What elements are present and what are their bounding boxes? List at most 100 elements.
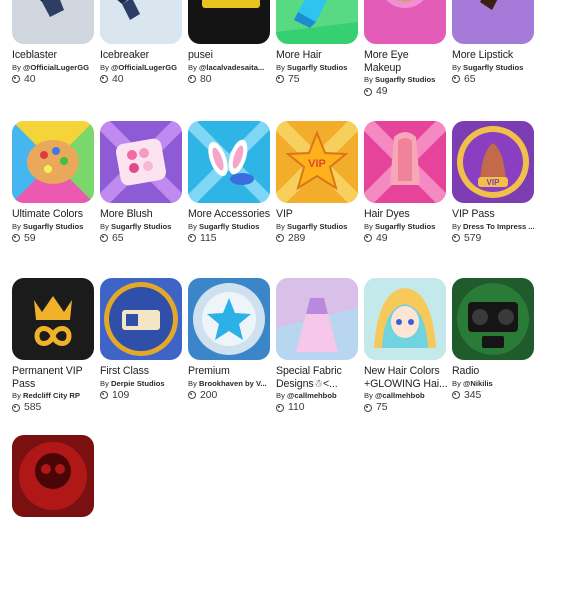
item-price: 345 xyxy=(452,389,536,402)
ice-breaker-icon[interactable] xyxy=(100,0,182,44)
item-card-more-accessories[interactable]: More Accessories By Sugarfly Studios 115 xyxy=(188,121,272,245)
crown-infinity-icon[interactable] xyxy=(12,278,94,360)
item-card-permanent-vip-pass[interactable]: Permanent VIP Pass By Redcliff City RP 5… xyxy=(12,278,96,414)
robux-icon xyxy=(452,75,460,83)
robux-icon xyxy=(12,403,20,412)
item-name[interactable]: Hair Dyes xyxy=(364,208,448,221)
item-name[interactable]: More Lipstick xyxy=(452,49,536,62)
item-creator[interactable]: By Sugarfly Studios xyxy=(12,222,96,232)
item-creator[interactable]: By @OfficialLugerGG xyxy=(100,63,184,73)
bunny-ears-icon[interactable] xyxy=(188,121,270,203)
item-name[interactable]: More Hair xyxy=(276,49,360,62)
vip-pass-icon[interactable]: VIP xyxy=(452,121,534,203)
item-card-vip[interactable]: VIP VIP By Sugarfly Studios 289 xyxy=(276,121,360,245)
item-creator[interactable]: By @callmehbob xyxy=(364,391,448,401)
fabric-dress-icon[interactable] xyxy=(276,278,358,360)
item-card-partial[interactable] xyxy=(12,435,96,517)
item-card-vip-pass[interactable]: VIP VIP Pass By Dress To Impress ... 579 xyxy=(452,121,536,245)
creator-name[interactable]: Sugarfly Studios xyxy=(375,222,435,231)
item-card-more-blush[interactable]: More Blush By Sugarfly Studios 65 xyxy=(100,121,184,245)
item-price: 115 xyxy=(188,232,272,245)
item-card-special-fabric-designs[interactable]: Special Fabric Designs☃<... By @callmehb… xyxy=(276,278,360,414)
creator-name[interactable]: Redcliff City RP xyxy=(23,391,80,400)
lipstick-icon[interactable] xyxy=(452,0,534,44)
item-name[interactable]: Icebreaker xyxy=(100,49,184,62)
creator-name[interactable]: @OfficialLugerGG xyxy=(23,63,89,72)
item-card-more-eye-makeup[interactable]: More Eye Makeup By Sugarfly Studios 49 xyxy=(364,0,448,98)
robux-icon xyxy=(364,234,372,242)
item-creator[interactable]: By Sugarfly Studios xyxy=(276,63,360,73)
premium-star-icon[interactable] xyxy=(188,278,270,360)
grid-row: Permanent VIP Pass By Redcliff City RP 5… xyxy=(12,278,567,438)
item-name[interactable]: pusei xyxy=(188,49,272,62)
creator-name[interactable]: Sugarfly Studios xyxy=(23,222,83,231)
robux-icon xyxy=(188,391,196,399)
item-creator[interactable]: By Sugarfly Studios xyxy=(276,222,360,232)
item-name[interactable]: VIP xyxy=(276,208,360,221)
creator-name[interactable]: Sugarfly Studios xyxy=(111,222,171,231)
item-creator[interactable]: By Redcliff City RP xyxy=(12,391,96,401)
item-creator[interactable]: By Sugarfly Studios xyxy=(100,222,184,232)
item-card-first-class[interactable]: First Class By Derpie Studios 109 xyxy=(100,278,184,402)
skull-icon[interactable] xyxy=(12,435,94,517)
item-name[interactable]: More Blush xyxy=(100,208,184,221)
ice-blaster-icon[interactable] xyxy=(12,0,94,44)
creator-name[interactable]: @callmehbob xyxy=(287,391,337,400)
item-creator[interactable]: By @OfficialLugerGG xyxy=(12,63,96,73)
creator-name[interactable]: @Nikilis xyxy=(463,379,493,388)
item-creator[interactable]: By Sugarfly Studios xyxy=(364,75,448,85)
creator-name[interactable]: Derpie Studios xyxy=(111,379,165,388)
creator-name[interactable]: Sugarfly Studios xyxy=(287,63,347,72)
item-card-more-lipstick[interactable]: More Lipstick By Sugarfly Studios 65 xyxy=(452,0,536,86)
item-name[interactable]: Special Fabric Designs☃<... xyxy=(276,365,360,390)
hair-dye-icon[interactable] xyxy=(364,121,446,203)
item-card-iceblaster[interactable]: Iceblaster By @OfficialLugerGG 40 xyxy=(12,0,96,86)
item-creator[interactable]: By @callmehbob xyxy=(276,391,360,401)
creator-name[interactable]: @lacalvadesaita... xyxy=(199,63,264,72)
item-creator[interactable]: By Dress To Impress ... xyxy=(452,222,536,232)
blush-palette-icon[interactable] xyxy=(100,121,182,203)
palette-icon[interactable] xyxy=(12,121,94,203)
creator-name[interactable]: Brookhaven by V... xyxy=(199,379,267,388)
item-name[interactable]: More Eye Makeup xyxy=(364,49,448,74)
creator-name[interactable]: Dress To Impress ... xyxy=(463,222,535,231)
creator-name[interactable]: Sugarfly Studios xyxy=(199,222,259,231)
item-name[interactable]: New Hair Colors +GLOWING Hai... xyxy=(364,365,448,390)
item-name[interactable]: More Accessories xyxy=(188,208,272,221)
item-card-icebreaker[interactable]: Icebreaker By @OfficialLugerGG 40 xyxy=(100,0,184,86)
item-name[interactable]: First Class xyxy=(100,365,184,378)
creator-name[interactable]: Sugarfly Studios xyxy=(287,222,347,231)
item-name[interactable]: Premium xyxy=(188,365,272,378)
item-card-more-hair[interactable]: More Hair By Sugarfly Studios 75 xyxy=(276,0,360,86)
creator-name[interactable]: @OfficialLugerGG xyxy=(111,63,177,72)
item-name[interactable]: Ultimate Colors xyxy=(12,208,96,221)
item-creator[interactable]: By @lacalvadesaita... xyxy=(188,63,272,73)
item-card-hair-dyes[interactable]: Hair Dyes By Sugarfly Studios 49 xyxy=(364,121,448,245)
radio-icon[interactable] xyxy=(452,278,534,360)
item-card-pusei[interactable]: pusei By @lacalvadesaita... 80 xyxy=(188,0,272,86)
item-creator[interactable]: By Derpie Studios xyxy=(100,379,184,389)
item-card-new-hair-colors[interactable]: New Hair Colors +GLOWING Hai... By @call… xyxy=(364,278,448,414)
item-name[interactable]: Iceblaster xyxy=(12,49,96,62)
first-class-ticket-icon[interactable] xyxy=(100,278,182,360)
item-card-radio[interactable]: Radio By @Nikilis 345 xyxy=(452,278,536,402)
item-card-ultimate-colors[interactable]: Ultimate Colors By Sugarfly Studios 59 xyxy=(12,121,96,245)
item-creator[interactable]: By @Nikilis xyxy=(452,379,536,389)
creator-name[interactable]: Sugarfly Studios xyxy=(463,63,523,72)
item-name[interactable]: VIP Pass xyxy=(452,208,536,221)
hair-icon[interactable] xyxy=(276,0,358,44)
creator-name[interactable]: @callmehbob xyxy=(375,391,425,400)
item-creator[interactable]: By Brookhaven by V... xyxy=(188,379,272,389)
item-creator[interactable]: By Sugarfly Studios xyxy=(364,222,448,232)
creator-name[interactable]: Sugarfly Studios xyxy=(375,75,435,84)
vip-star-icon[interactable]: VIP xyxy=(276,121,358,203)
gold-bar-icon[interactable] xyxy=(188,0,270,44)
eye-makeup-icon[interactable] xyxy=(364,0,446,44)
item-name[interactable]: Radio xyxy=(452,365,536,378)
anime-girl-icon[interactable] xyxy=(364,278,446,360)
item-card-premium[interactable]: Premium By Brookhaven by V... 200 xyxy=(188,278,272,402)
item-creator[interactable]: By Sugarfly Studios xyxy=(452,63,536,73)
item-name[interactable]: Permanent VIP Pass xyxy=(12,365,96,390)
robux-icon xyxy=(12,75,20,83)
item-creator[interactable]: By Sugarfly Studios xyxy=(188,222,272,232)
